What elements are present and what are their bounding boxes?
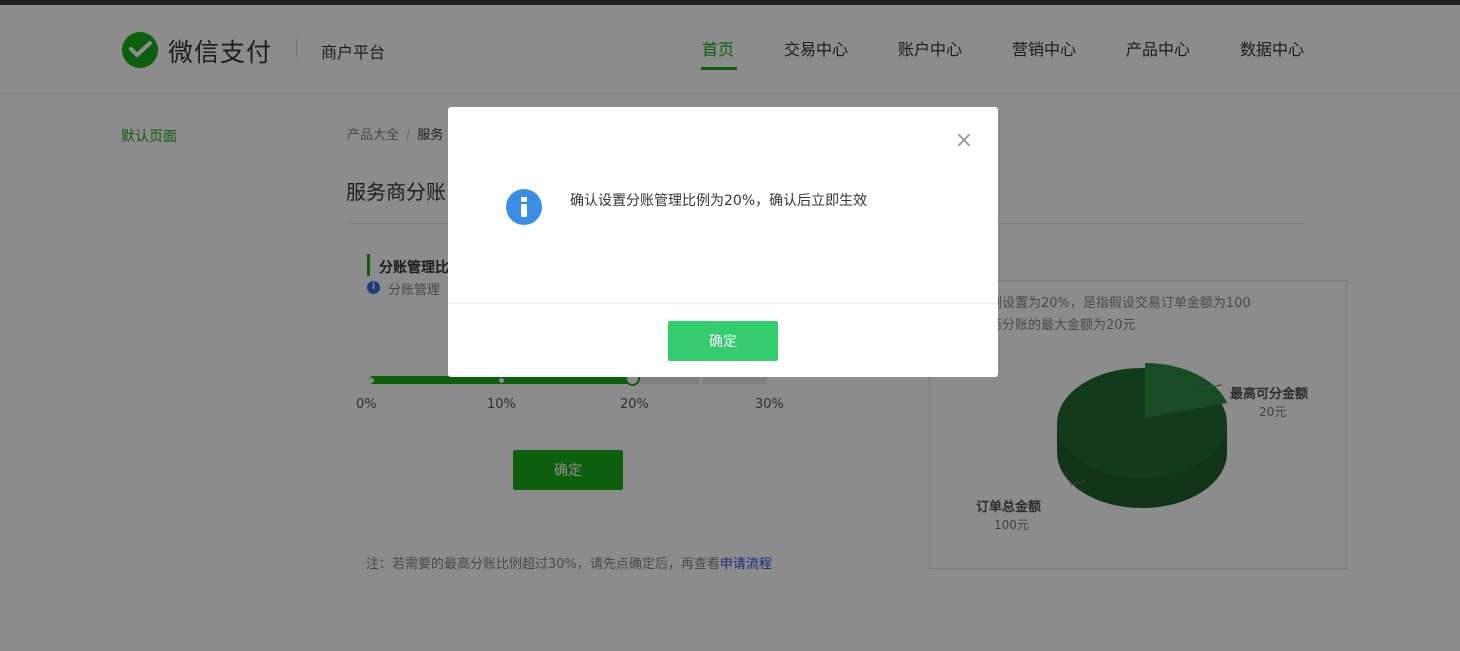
dialog-divider (448, 303, 998, 304)
close-icon[interactable]: × (954, 130, 974, 152)
confirm-dialog: × 确认设置分账管理比例为20%，确认后立即生效 确定 (448, 107, 998, 377)
info-icon-bar (521, 204, 527, 217)
dialog-message: 确认设置分账管理比例为20%，确认后立即生效 (570, 193, 868, 209)
info-icon (506, 189, 542, 225)
info-icon-dot (521, 197, 527, 202)
dialog-ok-button[interactable]: 确定 (668, 321, 778, 361)
